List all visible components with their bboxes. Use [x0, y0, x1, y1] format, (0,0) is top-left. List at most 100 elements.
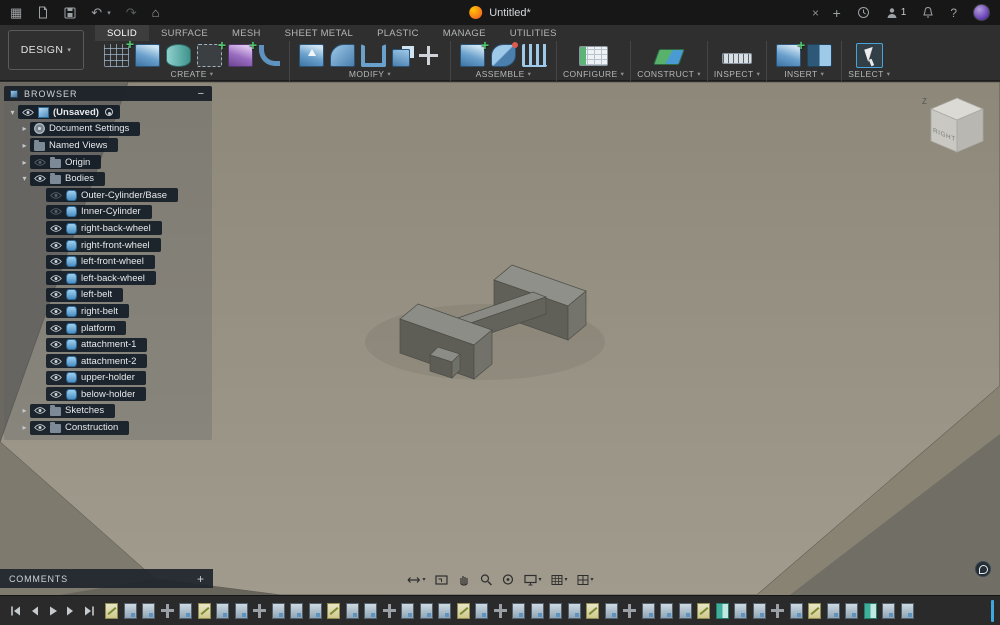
- toolbar-icon[interactable]: [416, 44, 441, 67]
- visibility-eye-icon[interactable]: [50, 241, 62, 250]
- ribbon-tab[interactable]: SURFACE: [149, 25, 220, 41]
- toolbar-icon[interactable]: [228, 37, 257, 67]
- browser-row[interactable]: Inner-Cylinder: [4, 204, 212, 221]
- expand-arrow-icon[interactable]: [19, 158, 30, 167]
- timeline-feature-icon[interactable]: [216, 602, 229, 619]
- toolbar-icon[interactable]: [104, 36, 134, 67]
- activate-radio-icon[interactable]: [104, 108, 113, 117]
- browser-node[interactable]: right-belt: [46, 304, 129, 319]
- add-comment-icon[interactable]: +: [197, 572, 204, 586]
- browser-row[interactable]: Outer-Cylinder/Base: [4, 187, 212, 204]
- timeline-feature-icon[interactable]: [771, 603, 784, 619]
- timeline-feature-icon[interactable]: [475, 602, 488, 619]
- browser-node[interactable]: below-holder: [46, 387, 147, 402]
- ribbon-tab[interactable]: UTILITIES: [498, 25, 569, 41]
- visibility-eye-icon[interactable]: [50, 390, 62, 399]
- visibility-eye-icon[interactable]: [34, 174, 46, 183]
- visibility-eye-icon[interactable]: [50, 257, 62, 266]
- browser-node[interactable]: upper-holder: [46, 370, 146, 385]
- browser-node[interactable]: Outer-Cylinder/Base: [46, 188, 179, 203]
- visibility-eye-icon[interactable]: [34, 406, 46, 415]
- browser-row[interactable]: right-back-wheel: [4, 220, 212, 237]
- timeline-feature-icon[interactable]: [160, 603, 174, 619]
- file-icon[interactable]: [37, 6, 49, 19]
- group-inspect-label[interactable]: INSPECT ▾: [714, 69, 760, 79]
- job-status-icon[interactable]: [857, 6, 870, 19]
- home-icon[interactable]: ⌂: [152, 6, 160, 19]
- toolbar-icon[interactable]: [491, 41, 518, 67]
- browser-row[interactable]: platform: [4, 320, 212, 337]
- timeline-feature-icon[interactable]: [364, 602, 377, 619]
- browser-node[interactable]: left-back-wheel: [46, 271, 156, 286]
- timeline-play-button[interactable]: [47, 605, 58, 617]
- timeline-feature-icon[interactable]: [290, 602, 303, 619]
- toolbar-icon[interactable]: [392, 48, 410, 67]
- ribbon-tab[interactable]: PLASTIC: [365, 25, 431, 41]
- comments-bar[interactable]: COMMENTS +: [0, 569, 213, 588]
- assistant-bubble-icon[interactable]: [975, 561, 991, 577]
- timeline-feature-icon[interactable]: [401, 602, 414, 619]
- group-insert-label[interactable]: INSERT ▾: [784, 69, 824, 79]
- timeline-feature-icon[interactable]: [715, 602, 729, 619]
- visibility-eye-icon[interactable]: [34, 423, 46, 432]
- timeline-feature-icon[interactable]: [845, 602, 858, 619]
- toolbar-icon[interactable]: [259, 44, 280, 66]
- browser-node[interactable]: attachment-2: [46, 354, 148, 369]
- visibility-eye-icon[interactable]: [50, 274, 62, 283]
- timeline-feature-icon[interactable]: [808, 602, 821, 619]
- group-modify-label[interactable]: MODIFY ▾: [349, 69, 391, 79]
- timeline-feature-icon[interactable]: [660, 602, 673, 619]
- ribbon-tab[interactable]: SHEET METAL: [273, 25, 365, 41]
- viewport-3d[interactable]: Z RIGHT BROWSER − ▾ (Unsaved) ▸ Document…: [0, 82, 1000, 595]
- grid-snap-icon[interactable]: ▾: [551, 574, 568, 586]
- timeline-feature-icon[interactable]: [530, 602, 544, 619]
- toolbar-icon[interactable]: [653, 49, 686, 65]
- timeline-feature-icon[interactable]: [512, 602, 525, 619]
- browser-row[interactable]: left-belt: [4, 287, 212, 304]
- toolbar-icon[interactable]: [776, 37, 805, 67]
- browser-row[interactable]: right-front-wheel: [4, 237, 212, 254]
- toolbar-icon[interactable]: [361, 43, 386, 67]
- timeline-feature-icon[interactable]: [826, 602, 840, 619]
- toolbar-icon[interactable]: [299, 43, 324, 67]
- timeline-feature-icon[interactable]: [549, 602, 562, 619]
- timeline-feature-icon[interactable]: [105, 602, 118, 619]
- toolbar-icon[interactable]: [722, 53, 753, 64]
- toolbar-icon[interactable]: [579, 46, 609, 66]
- browser-row[interactable]: below-holder: [4, 386, 212, 403]
- ribbon-tab[interactable]: SOLID: [95, 25, 150, 41]
- visibility-eye-icon[interactable]: [50, 340, 62, 349]
- timeline-feature-icon[interactable]: [604, 602, 618, 619]
- save-icon[interactable]: [64, 7, 76, 19]
- group-construct-label[interactable]: CONSTRUCT ▾: [637, 69, 701, 79]
- browser-node[interactable]: platform: [46, 321, 127, 336]
- timeline-step-forward-button[interactable]: [65, 605, 76, 617]
- browser-node[interactable]: left-front-wheel: [46, 254, 155, 269]
- timeline-feature-icon[interactable]: [641, 602, 655, 619]
- pan-hand-icon[interactable]: [457, 573, 470, 586]
- group-assemble-label[interactable]: ASSEMBLE ▾: [476, 69, 532, 79]
- timeline-feature-icon[interactable]: [308, 602, 322, 619]
- browser-minimize-icon[interactable]: −: [196, 88, 206, 100]
- timeline-feature-icon[interactable]: [382, 603, 396, 619]
- browser-row[interactable]: left-back-wheel: [4, 270, 212, 287]
- timeline-feature-icon[interactable]: [438, 602, 451, 619]
- toolbar-icon[interactable]: [807, 43, 833, 67]
- timeline-feature-icon[interactable]: [345, 602, 359, 619]
- undo-icon[interactable]: ↶: [91, 6, 102, 19]
- browser-row[interactable]: left-front-wheel: [4, 253, 212, 270]
- expand-arrow-icon[interactable]: [19, 174, 30, 183]
- ribbon-tab[interactable]: MESH: [220, 25, 273, 41]
- workspace-switcher[interactable]: DESIGN ▾: [8, 30, 84, 70]
- close-tab-icon[interactable]: ×: [812, 0, 819, 25]
- timeline-feature-icon[interactable]: [234, 602, 248, 619]
- toolbar-icon[interactable]: [197, 37, 226, 67]
- orbit-icon[interactable]: [501, 573, 514, 586]
- timeline-feature-icon[interactable]: [179, 602, 192, 619]
- timeline-feature-icon[interactable]: [493, 603, 507, 619]
- zoom-icon[interactable]: [479, 573, 492, 586]
- browser-row[interactable]: Sketches: [4, 403, 212, 420]
- browser-node[interactable]: Bodies: [30, 171, 106, 186]
- timeline-feature-icon[interactable]: [697, 602, 710, 619]
- timeline-feature-icon[interactable]: [623, 603, 636, 619]
